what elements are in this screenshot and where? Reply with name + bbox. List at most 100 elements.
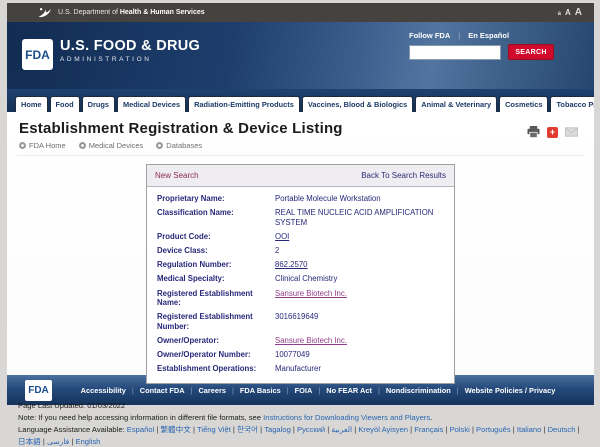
fda-header: FDA U.S. FOOD & DRUG ADMINISTRATION Foll… (7, 22, 594, 89)
detail-value-link[interactable]: 862.2570 (275, 260, 308, 269)
language-link-12[interactable]: Deutsch (548, 425, 576, 434)
detail-value-link[interactable]: Sansure Biotech Inc. (275, 336, 347, 345)
language-link-8[interactable]: Français (414, 425, 443, 434)
nav-tab-animal-veterinary[interactable]: Animal & Veterinary (415, 96, 497, 112)
detail-row-regulation-number: Regulation Number:862.2570 (157, 258, 444, 272)
language-assistance-row: Language Assistance Available: Español |… (18, 424, 584, 447)
follow-fda-link[interactable]: Follow FDA (409, 31, 450, 40)
detail-value-link[interactable]: OOI (275, 232, 289, 241)
fda-title-line2: ADMINISTRATION (60, 56, 200, 63)
nav-tab-medical-devices[interactable]: Medical Devices (117, 96, 186, 112)
nav-tab-vaccines-blood-biologics[interactable]: Vaccines, Blood & Biologics (302, 96, 413, 112)
language-link-5[interactable]: Русский (297, 425, 325, 434)
share-icon[interactable]: + (547, 127, 558, 138)
hhs-top-bar: U.S. Department of Health & Human Servic… (7, 3, 594, 22)
font-resize-control[interactable]: a A A (558, 7, 582, 18)
hhs-eagle-icon (37, 7, 52, 19)
breadcrumb-medical-devices[interactable]: Medical Devices (79, 141, 144, 150)
footer-link-contact-fda[interactable]: Contact FDA (140, 386, 185, 395)
language-link-6[interactable]: العربية (331, 425, 352, 434)
language-link-4[interactable]: Tagalog (264, 425, 291, 434)
en-espanol-link[interactable]: En Español (468, 31, 509, 40)
detail-value: REAL TIME NUCLEIC ACID AMPLIFICATION SYS… (275, 208, 440, 227)
language-link-9[interactable]: Polski (450, 425, 470, 434)
breadcrumb: FDA Home Medical Devices Databases (17, 141, 584, 156)
detail-label: Product Code: (157, 232, 275, 242)
detail-row-proprietary-name: Proprietary Name:Portable Molecule Works… (157, 192, 444, 206)
language-link-0[interactable]: Español (127, 425, 154, 434)
back-to-search-results-link[interactable]: Back To Search Results (361, 171, 446, 180)
detail-row-registered-establishment-name: Registered Establishment Name:Sansure Bi… (157, 286, 444, 310)
last-updated-text: Page Last Updated: 01/03/2022 (18, 400, 584, 412)
nav-tab-radiation-emitting-products[interactable]: Radiation-Emitting Products (188, 96, 300, 112)
site-container: U.S. Department of Health & Human Servic… (7, 3, 594, 405)
detail-value: 10077049 (275, 350, 440, 360)
footer-link-no-fear-act[interactable]: No FEAR Act (326, 386, 372, 395)
detail-value: Clinical Chemistry (275, 274, 440, 284)
detail-label: Establishment Operations: (157, 364, 275, 374)
detail-value: 862.2570 (275, 260, 440, 270)
page-title: Establishment Registration & Device List… (19, 120, 584, 137)
search-button[interactable]: SEARCH (508, 44, 554, 60)
device-listing-panel: New Search Back To Search Results Propri… (146, 164, 455, 384)
font-size-medium[interactable]: A (565, 8, 571, 17)
new-search-link[interactable]: New Search (155, 171, 199, 180)
language-link-3[interactable]: 한국어 (237, 425, 258, 434)
breadcrumb-fda-home[interactable]: FDA Home (19, 141, 66, 150)
breadcrumb-bullet-icon (19, 142, 26, 149)
detail-row-owner-operator: Owner/Operator:Sansure Biotech Inc. (157, 334, 444, 348)
results-panel-header: New Search Back To Search Results (147, 165, 454, 187)
detail-label: Proprietary Name: (157, 194, 275, 204)
language-link-2[interactable]: Tiếng Việt (197, 425, 231, 434)
email-icon[interactable] (565, 127, 578, 137)
detail-value: Sansure Biotech Inc. (275, 336, 440, 346)
language-link-14[interactable]: فارسی (47, 437, 69, 446)
detail-row-medical-specialty: Medical Specialty:Clinical Chemistry (157, 272, 444, 286)
hhs-department-label[interactable]: U.S. Department of Health & Human Servic… (58, 9, 205, 16)
nav-tab-drugs[interactable]: Drugs (82, 96, 115, 112)
detail-row-device-class: Device Class:2 (157, 244, 444, 258)
header-search-area: Follow FDA | En Español SEARCH (409, 31, 554, 60)
fda-logo[interactable]: FDA (22, 39, 53, 70)
breadcrumb-bullet-icon (79, 142, 86, 149)
search-input[interactable] (409, 45, 501, 60)
detail-value: Sansure Biotech Inc. (275, 289, 440, 308)
language-link-1[interactable]: 繁體中文 (160, 425, 190, 434)
footer-fda-logo[interactable]: FDA (25, 380, 52, 401)
primary-nav: HomeFoodDrugsMedical DevicesRadiation-Em… (7, 89, 594, 112)
detail-row-owner-operator-number: Owner/Operator Number:10077049 (157, 348, 444, 362)
fda-wordmark: U.S. FOOD & DRUG ADMINISTRATION (60, 38, 200, 63)
detail-label: Registered Establishment Number: (157, 312, 275, 331)
font-size-small[interactable]: a (558, 11, 561, 17)
viewers-players-link[interactable]: Instructions for Downloading Viewers and… (263, 413, 430, 422)
language-link-13[interactable]: 日本語 (18, 437, 41, 446)
footer-link-website-policies-privacy[interactable]: Website Policies / Privacy (465, 386, 556, 395)
nav-tab-cosmetics[interactable]: Cosmetics (499, 96, 548, 112)
footer-link-foia[interactable]: FOIA (295, 386, 313, 395)
page-footer-info: Page Last Updated: 01/03/2022 Note: If y… (17, 400, 584, 447)
nav-tab-home[interactable]: Home (15, 96, 48, 112)
language-link-10[interactable]: Português (476, 425, 511, 434)
language-link-11[interactable]: Italiano (517, 425, 542, 434)
page-action-icons: + (527, 126, 578, 138)
footer-link-careers[interactable]: Careers (198, 386, 226, 395)
print-icon[interactable] (527, 126, 540, 138)
detail-value-link[interactable]: Sansure Biotech Inc. (275, 289, 347, 298)
utility-separator: | (458, 31, 460, 40)
footer-links: Accessibility|Contact FDA|Careers|FDA Ba… (52, 386, 584, 395)
detail-row-classification-name: Classification Name:REAL TIME NUCLEIC AC… (157, 206, 444, 230)
detail-value: Portable Molecule Workstation (275, 194, 440, 204)
footer-link-accessibility[interactable]: Accessibility (81, 386, 126, 395)
language-link-15[interactable]: English (76, 437, 101, 446)
footer-link-fda-basics[interactable]: FDA Basics (240, 386, 281, 395)
nav-tab-food[interactable]: Food (50, 96, 80, 112)
font-size-large[interactable]: A (575, 7, 582, 18)
nav-tab-tobacco-products[interactable]: Tobacco Products (550, 96, 594, 112)
main-content: Establishment Registration & Device List… (7, 112, 594, 375)
fda-title-line1: U.S. FOOD & DRUG (60, 38, 200, 54)
footer-link-nondiscrimination[interactable]: Nondiscrimination (386, 386, 451, 395)
breadcrumb-databases[interactable]: Databases (156, 141, 202, 150)
language-assistance-label: Language Assistance Available: (18, 425, 127, 434)
header-utility-links: Follow FDA | En Español (409, 31, 554, 40)
language-link-7[interactable]: Kreyòl Ayisyen (358, 425, 408, 434)
